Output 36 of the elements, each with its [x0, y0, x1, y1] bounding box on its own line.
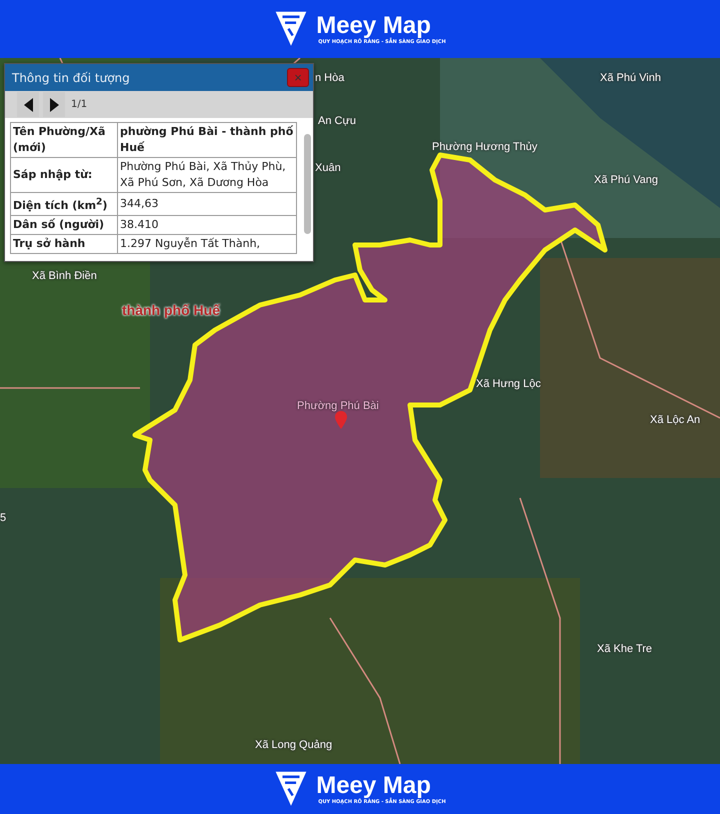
- brand-name: Meey Map: [316, 13, 431, 39]
- city-label: thành phố Huế: [122, 302, 220, 318]
- place-label: Xã Phú Vinh: [600, 72, 661, 84]
- place-label: Xã Khe Tre: [597, 643, 652, 655]
- place-label: Xã Lộc An: [650, 414, 700, 426]
- panel-title: Thông tin đối tượng: [12, 70, 130, 84]
- logo-icon: [274, 770, 308, 808]
- attribute-label: Sáp nhập từ:: [10, 158, 118, 192]
- place-label: Xã Hưng Lộc: [476, 378, 541, 390]
- next-button[interactable]: [43, 92, 65, 117]
- attribute-label: Tên Phường/Xã (mới): [10, 122, 118, 158]
- close-button[interactable]: ×: [287, 68, 309, 87]
- attribute-value: 1.297 Nguyễn Tất Thành,: [118, 234, 297, 254]
- page-counter: 1/1: [71, 99, 88, 110]
- attribute-label: Trụ sở hành: [10, 234, 118, 254]
- brand-name: Meey Map: [316, 773, 431, 799]
- logo-icon: [274, 10, 308, 48]
- left-triangle-icon: [24, 98, 32, 112]
- attribute-value: phường Phú Bài - thành phố Huế: [118, 122, 297, 158]
- right-triangle-icon: [50, 98, 58, 112]
- attribute-label: Dân số (người): [10, 215, 118, 234]
- place-label: Xã Long Quảng: [255, 739, 332, 751]
- attribute-label: Diện tích (km$^{2}$): [10, 192, 118, 216]
- attribute-value: 344,63: [118, 192, 297, 216]
- place-label: Xuân: [315, 162, 341, 174]
- place-label: 5: [0, 512, 6, 524]
- attribute-value: 38.410: [118, 215, 297, 234]
- place-label: Xã Phú Vang: [594, 174, 658, 186]
- place-label: Xã Bình Điền: [32, 270, 97, 282]
- map-pin-icon: [335, 411, 347, 429]
- place-label: Phường Phú Bài: [297, 400, 379, 412]
- previous-button[interactable]: [17, 92, 39, 117]
- place-label: Phường Hương Thủy: [432, 141, 538, 153]
- place-label: An Cựu: [318, 115, 356, 127]
- attribute-value: Phường Phú Bài, Xã Thủy Phù, Xã Phú Sơn, Xã Dương Hòa: [118, 158, 297, 192]
- place-label: n Hòa: [315, 72, 344, 84]
